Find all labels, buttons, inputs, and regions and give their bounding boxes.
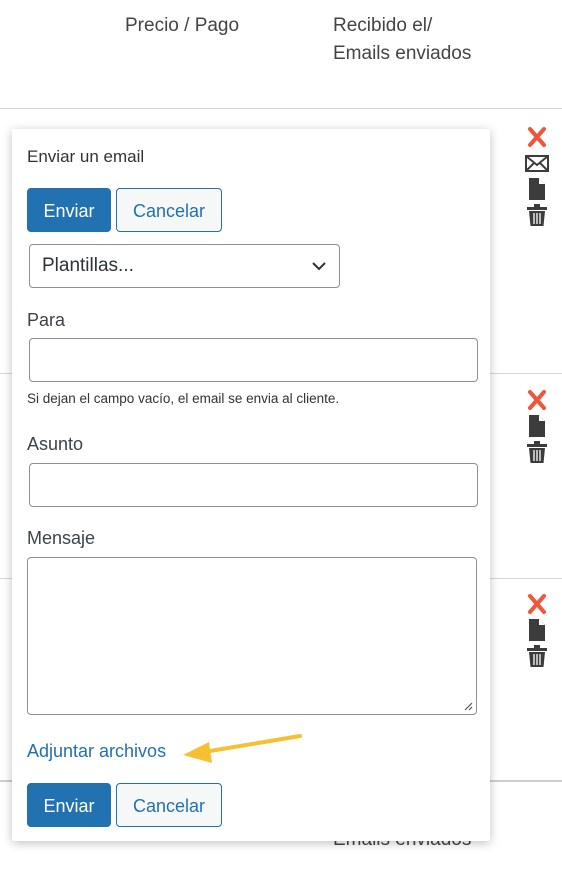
close-icon[interactable]	[525, 389, 549, 411]
close-icon[interactable]	[525, 593, 549, 615]
mail-icon[interactable]	[525, 152, 549, 174]
row-actions	[524, 593, 550, 671]
cancel-button-top[interactable]: Cancelar	[116, 188, 222, 232]
chevron-down-icon	[312, 262, 326, 271]
to-hint: Si dejan el campo vacío, el email se env…	[27, 391, 340, 406]
row-divider	[0, 108, 562, 109]
send-email-popup: Enviar un email Enviar Cancelar Plantill…	[12, 129, 490, 841]
cancel-button-bottom[interactable]: Cancelar	[116, 783, 222, 827]
to-label: Para	[27, 310, 66, 330]
send-button-top[interactable]: Enviar	[27, 188, 111, 232]
message-textarea[interactable]	[27, 557, 477, 715]
column-header-received-line2: Emails enviados	[333, 43, 472, 64]
column-header-price: Precio / Pago	[125, 15, 240, 36]
send-button-bottom[interactable]: Enviar	[27, 783, 111, 827]
document-icon[interactable]	[525, 415, 549, 437]
popup-title: Enviar un email	[27, 147, 145, 166]
row-actions	[524, 126, 550, 230]
template-select[interactable]: Plantillas...	[29, 244, 340, 288]
to-field[interactable]	[29, 338, 478, 382]
subject-label: Asunto	[27, 434, 84, 454]
column-header-received-line1: Recibido el/	[333, 15, 433, 36]
subject-field[interactable]	[29, 463, 478, 507]
document-icon[interactable]	[525, 178, 549, 200]
document-icon[interactable]	[525, 619, 549, 641]
template-select-value: Plantillas...	[42, 255, 134, 276]
trash-icon[interactable]	[525, 645, 549, 667]
message-label: Mensaje	[27, 528, 96, 548]
attach-files-link[interactable]: Adjuntar archivos	[27, 741, 166, 762]
close-icon[interactable]	[525, 126, 549, 148]
resize-grip-icon[interactable]	[463, 701, 473, 711]
trash-icon[interactable]	[525, 204, 549, 226]
row-actions	[524, 389, 550, 467]
trash-icon[interactable]	[525, 441, 549, 463]
